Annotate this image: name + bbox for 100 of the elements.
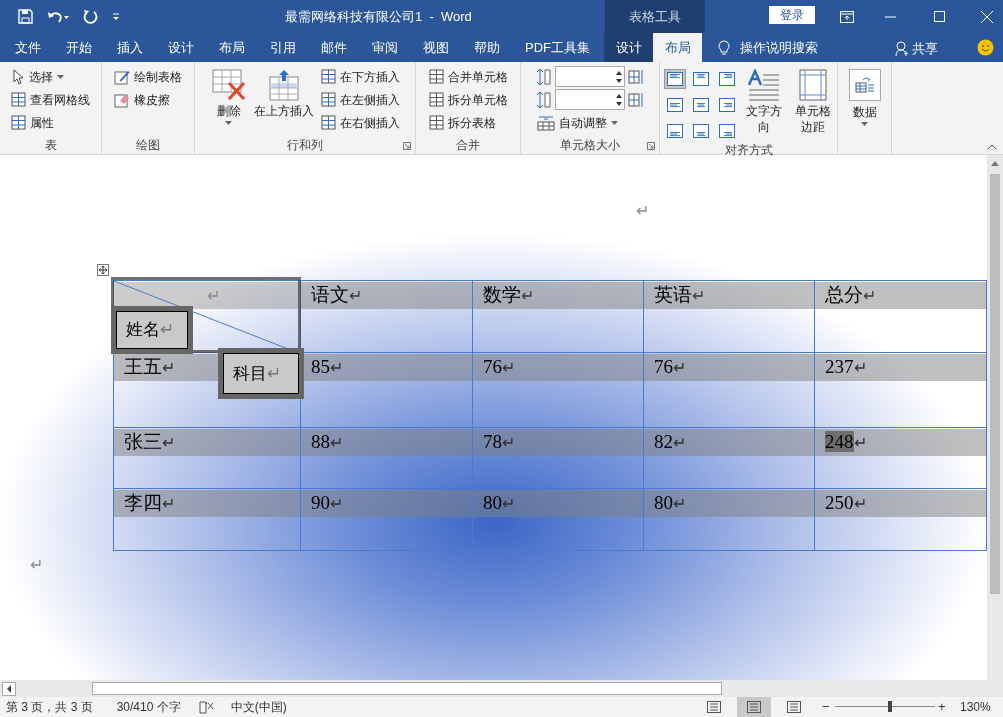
ribbon-button[interactable]: 拆分单元格 [427, 88, 509, 111]
collapse-ribbon-icon[interactable] [987, 144, 997, 150]
ribbon-tab[interactable]: 文件 [4, 33, 52, 62]
alignment-icon [719, 72, 736, 86]
alignment-button[interactable] [664, 69, 686, 89]
ribbon-button[interactable]: 在上方插入 [251, 65, 316, 136]
alignment-icon [693, 124, 710, 138]
table-cell-text: 90↵ [311, 491, 343, 516]
ribbon-tab[interactable]: 帮助 [463, 33, 511, 62]
sign-in-button[interactable]: 登录 [769, 6, 815, 24]
pencil-table-icon [114, 68, 130, 85]
ribbon-tab[interactable]: 视图 [412, 33, 460, 62]
ribbon-button[interactable]: 橡皮擦 [113, 88, 183, 111]
dialog-launcher-icon[interactable] [647, 142, 655, 150]
ribbon-button[interactable]: 自动调整 [536, 111, 644, 134]
alignment-button[interactable] [664, 121, 686, 141]
table-cell-text: 82↵ [654, 430, 686, 455]
text-box-label: 科目↵ [233, 362, 281, 385]
ribbon-tab[interactable]: 布局 [208, 33, 256, 62]
caret-icon [57, 74, 64, 79]
ribbon-button[interactable]: 在下方插入 [319, 65, 401, 88]
ribbon-tab[interactable]: 布局 [653, 33, 702, 62]
caret-icon [861, 122, 868, 126]
ribbon-button[interactable]: 单元格边距 [792, 65, 833, 141]
ribbon-tab[interactable]: 审阅 [361, 33, 409, 62]
zoom-level[interactable]: 130% [960, 698, 991, 716]
alignment-icon [667, 98, 683, 112]
table-cell-text: 80↵ [654, 491, 686, 516]
person-icon [895, 41, 909, 57]
ribbon-button[interactable]: 合并单元格 [427, 65, 509, 88]
table-cell-text: 语文↵ [311, 283, 362, 308]
table-cell-text: 85↵ [311, 355, 343, 380]
maximize-icon[interactable] [934, 11, 945, 22]
ribbon-tab[interactable]: 设计 [157, 33, 205, 62]
data-button[interactable]: 数据 [845, 65, 884, 126]
table-icon [320, 92, 336, 107]
vertical-scrollbar[interactable] [987, 155, 1003, 680]
smiley-icon[interactable] [977, 39, 994, 56]
table-cell-text: 88↵ [311, 430, 343, 455]
scroll-up-icon[interactable] [991, 161, 999, 166]
ribbon-tab[interactable]: 邮件 [310, 33, 358, 62]
alignment-icon [719, 98, 736, 112]
proofing-icon[interactable] [198, 700, 215, 714]
save-icon[interactable] [18, 9, 33, 24]
ribbon-button[interactable]: 文字方向 [740, 65, 789, 141]
ribbon-button[interactable]: 绘制表格 [113, 65, 183, 88]
table-move-handle-icon[interactable] [97, 264, 109, 276]
zoom-slider-thumb[interactable] [888, 701, 892, 712]
zoom-in-button[interactable]: + [938, 697, 946, 717]
scroll-left-icon[interactable] [2, 681, 16, 696]
ribbon-button[interactable]: 在右侧插入 [319, 111, 401, 134]
spin-down-icon [616, 101, 622, 106]
spin-up-icon [616, 93, 622, 98]
horizontal-scrollbar[interactable] [92, 682, 722, 695]
distribute-icon[interactable] [628, 91, 644, 108]
ribbon-button[interactable]: 拆分表格 [427, 111, 509, 134]
ribbon-tab[interactable]: 引用 [259, 33, 307, 62]
distribute-icon[interactable] [628, 68, 644, 85]
zoom-out-button[interactable]: − [822, 697, 830, 717]
insert-row-icon [268, 69, 299, 101]
paragraph-mark: ↵ [636, 202, 649, 219]
redo-icon[interactable] [83, 9, 98, 24]
ribbon-button[interactable]: 选择 [10, 65, 91, 88]
view-icon [746, 701, 762, 713]
autofit-icon [537, 114, 555, 131]
tell-me-search[interactable]: 操作说明搜索 [718, 33, 818, 62]
ribbon-button[interactable]: 删除 [209, 65, 248, 136]
alignment-button[interactable] [664, 95, 686, 115]
ribbon-tab[interactable]: 设计 [604, 33, 653, 62]
text-box-label: 姓名↵ [126, 319, 174, 342]
ribbon-button[interactable]: 在左侧插入 [319, 88, 401, 111]
alignment-icon [719, 124, 736, 138]
ribbon-display-icon[interactable] [840, 10, 854, 23]
paragraph-mark: ↵ [207, 285, 220, 306]
table-icon [428, 115, 444, 130]
ribbon-tab[interactable]: 插入 [106, 33, 154, 62]
ribbon-button[interactable]: 查看网格线 [10, 88, 91, 111]
undo-icon[interactable] [47, 9, 69, 24]
close-icon[interactable] [981, 10, 993, 23]
minimize-icon[interactable] [885, 15, 896, 18]
table-cell-text: 英语↵ [654, 283, 705, 308]
view-icon [706, 701, 722, 713]
page-count: 第 3 页，共 3 页 [6, 699, 93, 716]
view-button[interactable] [737, 697, 771, 717]
view-icon [786, 701, 802, 713]
word-count: 30/410 个字 [116, 699, 181, 716]
data-icon [854, 76, 875, 94]
customize-icon[interactable] [112, 12, 120, 21]
table-icon [320, 115, 336, 130]
share-button[interactable]: 共享 [895, 39, 938, 59]
dialog-launcher-icon[interactable] [403, 142, 411, 150]
ribbon-tab[interactable]: PDF工具集 [514, 33, 601, 62]
delete-table-icon [211, 69, 246, 101]
table-cell-text: 张三↵ [124, 430, 175, 455]
ribbon-tab[interactable]: 开始 [55, 33, 103, 62]
spin-field[interactable] [555, 66, 625, 87]
ribbon-button[interactable]: 属性 [10, 111, 91, 134]
group-label: 单元格大小 [560, 137, 620, 154]
alignment-icon [693, 98, 710, 112]
spin-field[interactable] [555, 89, 625, 110]
